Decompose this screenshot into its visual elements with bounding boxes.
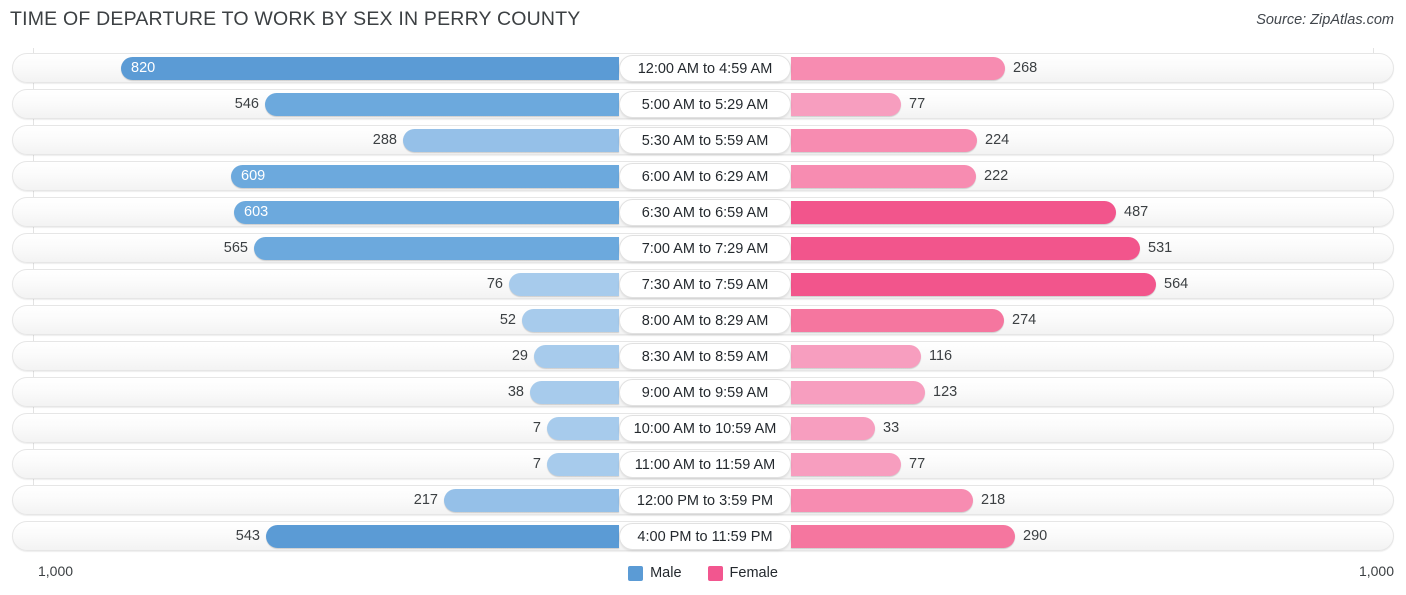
bar-male[interactable] [522,309,619,332]
bar-female[interactable] [791,453,901,476]
bar-male[interactable] [121,57,619,80]
category-label: 4:00 PM to 11:59 PM [619,523,791,550]
bar-value-male: 217 [413,492,438,508]
bar-value-male: 7 [532,420,541,436]
bar-value-female: 116 [929,348,953,364]
category-label: 8:00 AM to 8:29 AM [619,307,791,334]
bar-value-female: 224 [985,132,1010,148]
table-row[interactable]: 52 274 8:00 AM to 8:29 AM [12,305,1394,335]
bar-value-female: 123 [933,384,958,400]
table-row[interactable]: 7 33 10:00 AM to 10:59 AM [12,413,1394,443]
bar-female[interactable] [791,201,1116,224]
bar-value-male: 29 [511,348,528,364]
category-label: 5:00 AM to 5:29 AM [619,91,791,118]
bar-value-male: 7 [532,456,541,472]
source-attribution: Source: ZipAtlas.com [1256,12,1394,28]
category-label: 6:00 AM to 6:29 AM [619,163,791,190]
table-row[interactable]: 820 268 12:00 AM to 4:59 AM [12,53,1394,83]
category-label: 12:00 AM to 4:59 AM [619,55,791,82]
bar-value-male: 543 [235,528,260,544]
bar-male[interactable] [254,237,619,260]
bar-value-female: 531 [1148,240,1173,256]
legend-swatch-male [628,565,644,581]
legend-item-male[interactable]: Male [628,565,682,581]
bar-female[interactable] [791,165,976,188]
category-label: 6:30 AM to 6:59 AM [619,199,791,226]
bar-male[interactable] [403,129,619,152]
category-label: 5:30 AM to 5:59 AM [619,127,791,154]
bar-value-male: 609 [241,168,266,184]
category-label: 8:30 AM to 8:59 AM [619,343,791,370]
bar-value-male: 565 [223,240,248,256]
table-row[interactable]: 543 290 4:00 PM to 11:59 PM [12,521,1394,551]
category-label: 7:00 AM to 7:29 AM [619,235,791,262]
bar-value-female: 274 [1012,312,1037,328]
bar-value-female: 218 [981,492,1006,508]
bar-value-female: 290 [1023,528,1048,544]
table-row[interactable]: 609 222 6:00 AM to 6:29 AM [12,161,1394,191]
bar-male[interactable] [547,417,619,440]
bar-value-female: 268 [1013,60,1038,76]
bar-female[interactable] [791,345,921,368]
bar-male[interactable] [530,381,619,404]
category-label: 10:00 AM to 10:59 AM [619,415,791,442]
bar-value-female: 564 [1164,276,1189,292]
bar-male[interactable] [534,345,619,368]
table-row[interactable]: 7 77 11:00 AM to 11:59 AM [12,449,1394,479]
legend-swatch-female [707,565,723,581]
bar-male[interactable] [231,165,619,188]
bar-male[interactable] [234,201,619,224]
legend-item-female[interactable]: Female [707,565,778,581]
table-row[interactable]: 217 218 12:00 PM to 3:59 PM [12,485,1394,515]
category-label: 11:00 AM to 11:59 AM [619,451,791,478]
bar-male[interactable] [444,489,619,512]
bar-value-male: 603 [244,204,269,220]
legend-label-male: Male [650,565,682,581]
chart-root: TIME OF DEPARTURE TO WORK BY SEX IN PERR… [0,0,1406,595]
bar-value-male: 288 [372,132,397,148]
bar-female[interactable] [791,525,1015,548]
bar-male[interactable] [266,525,619,548]
table-row[interactable]: 38 123 9:00 AM to 9:59 AM [12,377,1394,407]
bar-female[interactable] [791,381,925,404]
table-row[interactable]: 288 224 5:30 AM to 5:59 AM [12,125,1394,155]
bar-female[interactable] [791,129,977,152]
bar-value-male: 546 [234,96,259,112]
bar-male[interactable] [265,93,619,116]
bar-female[interactable] [791,273,1156,296]
bar-value-male: 52 [499,312,516,328]
table-row[interactable]: 76 564 7:30 AM to 7:59 AM [12,269,1394,299]
bar-value-male: 76 [486,276,503,292]
table-row[interactable]: 29 116 8:30 AM to 8:59 AM [12,341,1394,371]
table-row[interactable]: 603 487 6:30 AM to 6:59 AM [12,197,1394,227]
bar-value-female: 487 [1124,204,1149,220]
bar-female[interactable] [791,417,875,440]
category-label: 7:30 AM to 7:59 AM [619,271,791,298]
category-label: 9:00 AM to 9:59 AM [619,379,791,406]
bar-female[interactable] [791,237,1140,260]
bar-value-male: 38 [507,384,524,400]
table-row[interactable]: 565 531 7:00 AM to 7:29 AM [12,233,1394,263]
legend-label-female: Female [729,565,778,581]
bar-male[interactable] [509,273,619,296]
legend: Male Female [0,565,1406,581]
bar-value-female: 77 [909,456,926,472]
bar-male[interactable] [547,453,619,476]
bar-value-female: 33 [883,420,900,436]
bar-value-female: 77 [909,96,926,112]
bar-female[interactable] [791,57,1005,80]
bar-value-male: 820 [131,60,156,76]
bar-female[interactable] [791,489,973,512]
page-title: TIME OF DEPARTURE TO WORK BY SEX IN PERR… [10,8,581,30]
bar-value-female: 222 [984,168,1009,184]
bar-female[interactable] [791,309,1004,332]
plot-area: 820 268 12:00 AM to 4:59 AM 546 77 5:00 AM to… [0,48,1406,553]
bar-female[interactable] [791,93,901,116]
table-row[interactable]: 546 77 5:00 AM to 5:29 AM [12,89,1394,119]
category-label: 12:00 PM to 3:59 PM [619,487,791,514]
